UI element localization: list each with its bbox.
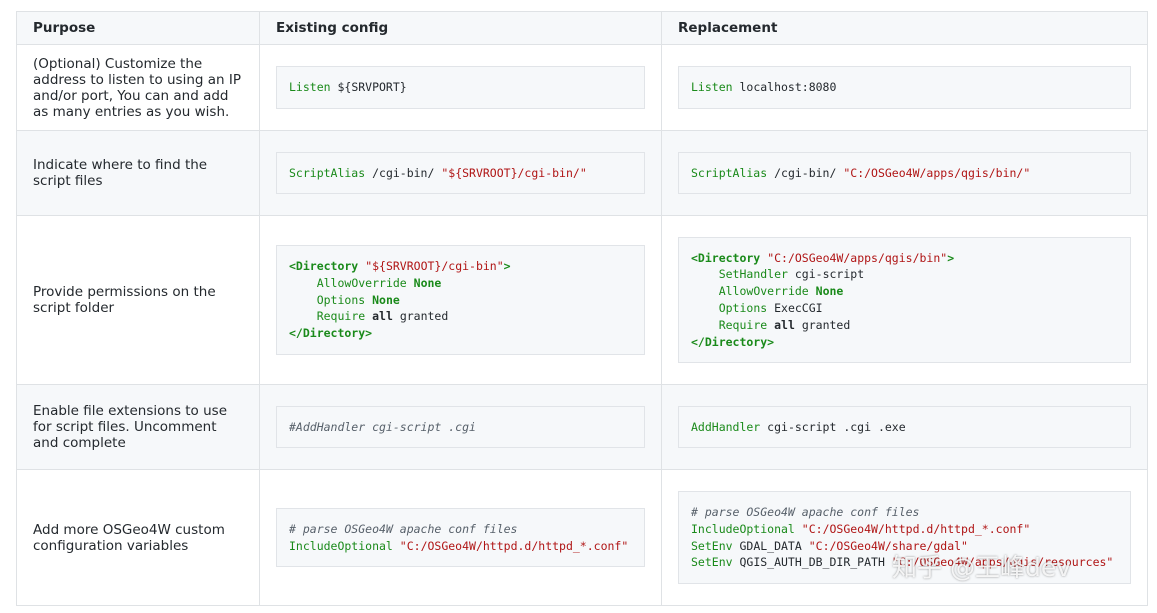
code-tag: <Directory	[289, 259, 359, 273]
header-purpose: Purpose	[16, 11, 260, 45]
code-keyword: Listen	[289, 80, 331, 95]
table-row: Add more OSGeo4W custom configuration va…	[16, 469, 1148, 606]
header-row: Purpose Existing config Replacement	[16, 11, 1148, 45]
code-string: "${SRVROOT}/cgi-bin/"	[441, 165, 587, 180]
code-keyword: Require	[718, 317, 768, 332]
purpose-cell: Indicate where to find the script files	[16, 130, 260, 216]
code-keyword: AllowOverride	[316, 275, 407, 290]
existing-cell: #AddHandler cgi-script .cgi	[259, 384, 662, 470]
purpose-cell: (Optional) Customize the address to list…	[16, 44, 260, 131]
code-text: localhost:8080	[732, 80, 837, 95]
code-string: "${SRVROOT}/cgi-bin"	[365, 259, 504, 273]
code-string: "C:/OSGeo4W/apps/qgis/bin"	[767, 250, 948, 265]
code-text: /cgi-bin/	[767, 165, 844, 180]
code-keyword: ScriptAlias	[289, 165, 366, 180]
code-keyword: IncludeOptional	[289, 538, 393, 553]
watermark: 知乎 @王峰dev	[892, 553, 1071, 582]
code-string: "C:/OSGeo4W/httpd.d/httpd_*.conf"	[399, 538, 629, 553]
code-value: all	[774, 317, 795, 332]
code-keyword: ScriptAlias	[691, 165, 768, 180]
code-comment: #AddHandler cgi-script .cgi	[289, 419, 476, 434]
code-block: ScriptAlias /cgi-bin/ "C:/OSGeo4W/apps/q…	[678, 151, 1131, 195]
code-keyword: SetEnv	[691, 555, 733, 570]
existing-cell: Listen ${SRVPORT}	[259, 44, 662, 131]
code-keyword: AddHandler	[691, 419, 761, 434]
code-value: all	[372, 309, 393, 324]
code-value: None	[372, 292, 400, 307]
table-row: Enable file extensions to use for script…	[16, 384, 1148, 470]
existing-cell: ScriptAlias /cgi-bin/ "${SRVROOT}/cgi-bi…	[259, 130, 662, 216]
code-text: QGIS_AUTH_DB_DIR_PATH	[732, 555, 892, 570]
code-comment: # parse OSGeo4W apache conf files	[289, 521, 518, 536]
code-tag: >	[503, 259, 511, 273]
purpose-text: Indicate where to find the script files	[33, 157, 208, 189]
code-text: GDAL_DATA	[732, 538, 809, 553]
code-block: ScriptAlias /cgi-bin/ "${SRVROOT}/cgi-bi…	[276, 151, 645, 195]
code-block: #AddHandler cgi-script .cgi	[276, 405, 645, 449]
table-row: Provide permissions on the script folder…	[16, 215, 1148, 385]
code-keyword: Listen	[691, 80, 733, 95]
replacement-cell: AddHandler cgi-script .cgi .exe	[661, 384, 1148, 470]
code-comment: # parse OSGeo4W apache conf files	[691, 504, 920, 519]
code-text: ${SRVPORT}	[330, 80, 407, 95]
config-table: Purpose Existing config Replacement (Opt…	[16, 11, 1148, 606]
purpose-text: Add more OSGeo4W custom configuration va…	[33, 521, 225, 554]
code-tag: <Directory	[691, 250, 761, 265]
code-keyword: SetEnv	[691, 538, 733, 553]
replacement-cell: ScriptAlias /cgi-bin/ "C:/OSGeo4W/apps/q…	[661, 130, 1148, 216]
code-block: # parse OSGeo4W apache conf files Includ…	[276, 507, 645, 568]
code-block: Listen ${SRVPORT}	[276, 66, 645, 109]
code-value: None	[815, 284, 844, 299]
code-text: granted	[794, 317, 851, 332]
purpose-text: Provide permissions on the script folder	[33, 284, 216, 316]
purpose-cell: Add more OSGeo4W custom configuration va…	[16, 469, 260, 606]
code-text: /cgi-bin/	[365, 165, 442, 180]
replacement-cell: <Directory "C:/OSGeo4W/apps/qgis/bin"> S…	[661, 215, 1148, 385]
purpose-text: (Optional) Customize the address to list…	[33, 55, 241, 120]
code-block: <Directory "C:/OSGeo4W/apps/qgis/bin"> S…	[678, 236, 1131, 364]
code-text: ExecCGI	[767, 301, 823, 315]
replacement-cell: Listen localhost:8080	[661, 44, 1148, 131]
code-keyword: Options	[316, 292, 366, 307]
header-replacement: Replacement	[661, 11, 1148, 45]
code-block: <Directory "${SRVROOT}/cgi-bin"> AllowOv…	[276, 245, 645, 355]
code-text: granted	[392, 309, 449, 324]
table-row: (Optional) Customize the address to list…	[16, 44, 1148, 131]
purpose-text: Enable file extensions to use for script…	[33, 403, 228, 451]
header-existing-config: Existing config	[259, 11, 662, 45]
code-tag: >	[947, 250, 955, 265]
replacement-cell: # parse OSGeo4W apache conf files Includ…	[661, 469, 1148, 606]
code-block: Listen localhost:8080	[678, 66, 1131, 109]
code-text: cgi-script .cgi .exe	[760, 419, 906, 434]
code-keyword: Options	[718, 301, 768, 315]
code-keyword: SetHandler	[718, 267, 788, 282]
code-keyword: AllowOverride	[718, 284, 809, 299]
code-text: cgi-script	[787, 267, 865, 282]
code-keyword: IncludeOptional	[691, 521, 795, 536]
code-block: AddHandler cgi-script .cgi .exe	[678, 405, 1131, 449]
table-row: Indicate where to find the script files …	[16, 130, 1148, 216]
existing-cell: # parse OSGeo4W apache conf files Includ…	[259, 469, 662, 606]
purpose-cell: Provide permissions on the script folder	[16, 215, 260, 385]
code-tag: </Directory>	[691, 334, 775, 349]
code-string: "C:/OSGeo4W/apps/qgis/bin/"	[843, 165, 1031, 180]
code-string: "C:/OSGeo4W/httpd.d/httpd_*.conf"	[801, 521, 1031, 536]
code-value: None	[413, 275, 442, 290]
existing-cell: <Directory "${SRVROOT}/cgi-bin"> AllowOv…	[259, 215, 662, 385]
purpose-cell: Enable file extensions to use for script…	[16, 384, 260, 470]
code-tag: </Directory>	[289, 326, 373, 341]
code-keyword: Require	[316, 309, 366, 324]
